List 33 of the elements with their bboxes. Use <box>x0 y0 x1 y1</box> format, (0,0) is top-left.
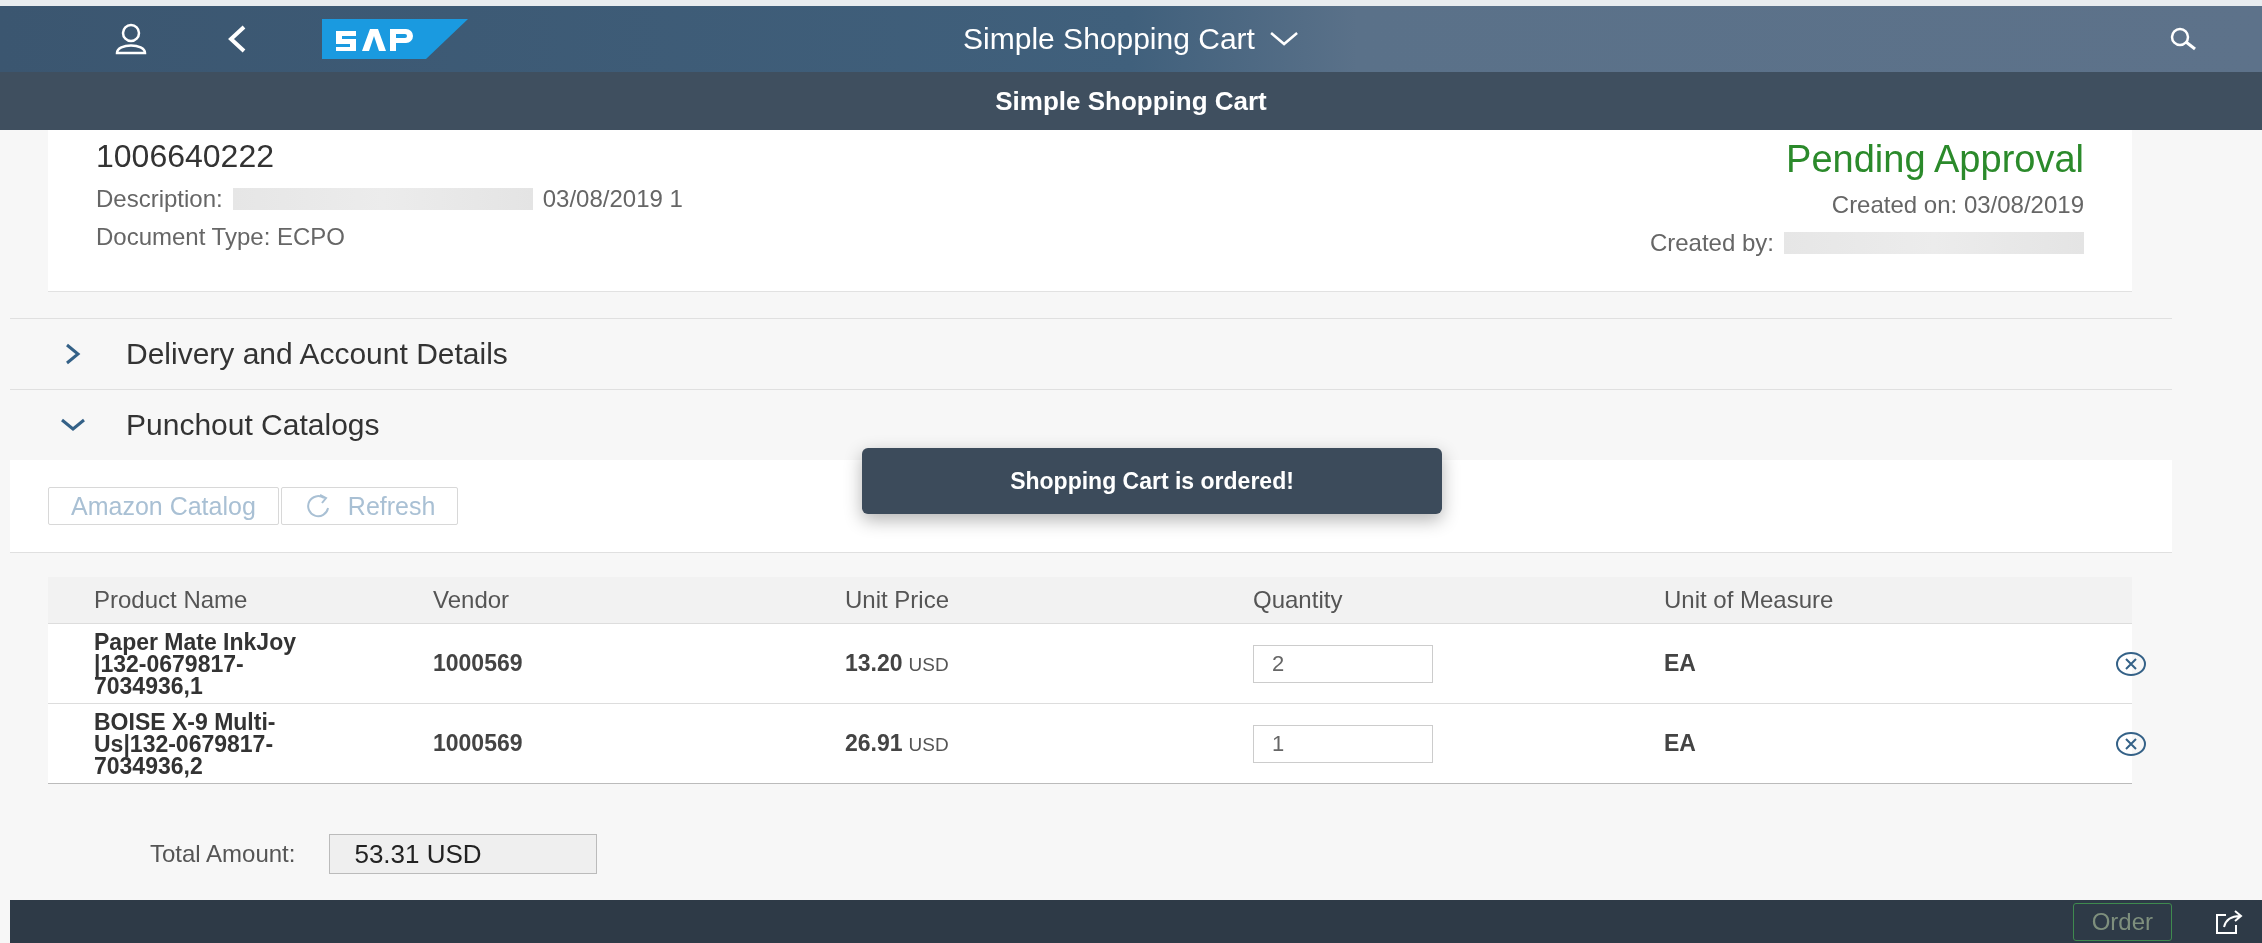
vendor-cell-text: 1000569 <box>433 730 524 757</box>
product-name: BOISE X-9 Multi-Us|132-0679817-7034936,2 <box>93 710 277 777</box>
vendor-cell-text: 1000569 <box>433 650 524 677</box>
document-type: Document Type: ECPO <box>96 223 346 251</box>
unit-cell-text: EA <box>1664 730 1697 757</box>
toast-message: Shopping Cart is ordered! <box>862 448 1442 514</box>
document-number: 1006640222 <box>96 138 275 175</box>
app-title-menu[interactable]: Simple Shopping Cart <box>957 21 1305 57</box>
logo-icon <box>322 19 468 59</box>
column-header: Vendor <box>433 586 511 614</box>
unit-cell-text: EA <box>1664 650 1697 677</box>
total-amount-field: 53.31 USD <box>329 834 598 874</box>
total-label: Total Amount: <box>150 840 296 868</box>
page-title: Simple Shopping Cart <box>995 85 1267 117</box>
quantity-field[interactable]: 2 <box>1253 644 1433 683</box>
product-name: Paper Mate InkJoy |132-0679817-7034936,1 <box>93 630 297 697</box>
column-header: Unit Price <box>845 586 951 614</box>
unit-price: 13.20 USD <box>845 650 950 677</box>
column-header: Quantity <box>1253 586 1344 614</box>
created-on: Created on: 03/08/2019 <box>1831 191 2084 219</box>
chevron-down-icon <box>1268 31 1299 47</box>
column-header: Product Name <box>93 586 249 614</box>
created-by-label: Created by: <box>1649 229 1774 257</box>
description-label: Description: <box>96 185 223 213</box>
chevron-down-icon <box>60 418 86 432</box>
quantity-field[interactable]: 1 <box>1253 724 1433 763</box>
status-text: Pending Approval <box>1786 138 2084 181</box>
description-value: 03/08/2019 1 <box>542 185 683 213</box>
order-button[interactable]: Order <box>2072 902 2172 941</box>
panel-title: Delivery and Account Details <box>126 337 508 371</box>
column-header: Unit of Measure <box>1664 586 1835 614</box>
panel-title: Punchout Catalogs <box>126 408 380 442</box>
unit-price: 26.91 USD <box>845 730 950 757</box>
